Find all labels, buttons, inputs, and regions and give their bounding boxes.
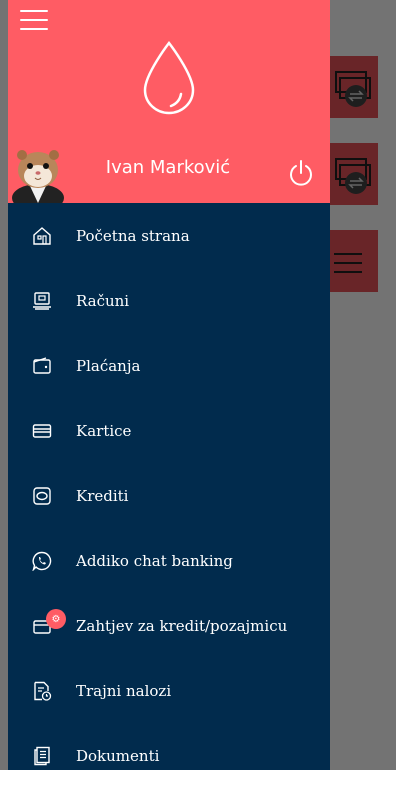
menu-item-payments[interactable]: Plaćanja	[8, 333, 330, 398]
menu-item-label: Trajni nalozi	[76, 681, 172, 700]
drop-icon	[143, 40, 195, 115]
gear-icon: ⚙	[46, 609, 66, 629]
menu-item-standing-orders[interactable]: Trajni nalozi	[8, 658, 330, 723]
standing-order-icon	[34, 681, 52, 701]
accounts-icon	[33, 291, 51, 310]
loan-icon	[33, 486, 51, 505]
menu-item-accounts[interactable]: Računi	[8, 268, 330, 333]
navigation-drawer: Ivan Marković Početna strana Računi Plać…	[8, 0, 330, 770]
user-name: Ivan Marković	[105, 157, 231, 178]
documents-icon	[34, 746, 50, 765]
menu-item-label: Addiko chat banking	[76, 551, 233, 570]
menu-item-label: Plaćanja	[76, 356, 141, 375]
menu-toggle-button[interactable]	[20, 10, 48, 34]
hamburger-line	[20, 28, 48, 30]
menu-item-label: Kartice	[76, 421, 132, 440]
menu-item-loans[interactable]: Krediti	[8, 463, 330, 528]
power-icon[interactable]	[288, 159, 314, 187]
card-icon	[32, 423, 52, 438]
menu-item-label: Računi	[76, 291, 130, 310]
menu-item-label: Zahtjev za kredit/pozajmicu	[76, 616, 288, 635]
menu-item-label: Početna strana	[76, 226, 190, 245]
menu-item-loan-request[interactable]: ⚙ Zahtjev za kredit/pozajmicu	[8, 593, 330, 658]
hamburger-line	[20, 10, 48, 12]
menu-item-label: Krediti	[76, 486, 129, 505]
menu-item-label: Dokumenti	[76, 746, 160, 765]
menu-item-cards[interactable]: Kartice	[8, 398, 330, 463]
menu-item-chat-banking[interactable]: Addiko chat banking	[8, 528, 330, 593]
wallet-icon	[33, 356, 51, 374]
chat-phone-icon	[32, 551, 52, 571]
hamburger-line	[20, 19, 48, 21]
menu-item-documents[interactable]: Dokumenti	[8, 723, 330, 788]
drawer-header: Ivan Marković	[8, 0, 330, 203]
hamster-avatar	[8, 140, 68, 203]
drawer-menu: Početna strana Računi Plaćanja Kartice K…	[8, 203, 330, 788]
home-icon	[33, 226, 51, 245]
menu-item-home[interactable]: Početna strana	[8, 203, 330, 268]
